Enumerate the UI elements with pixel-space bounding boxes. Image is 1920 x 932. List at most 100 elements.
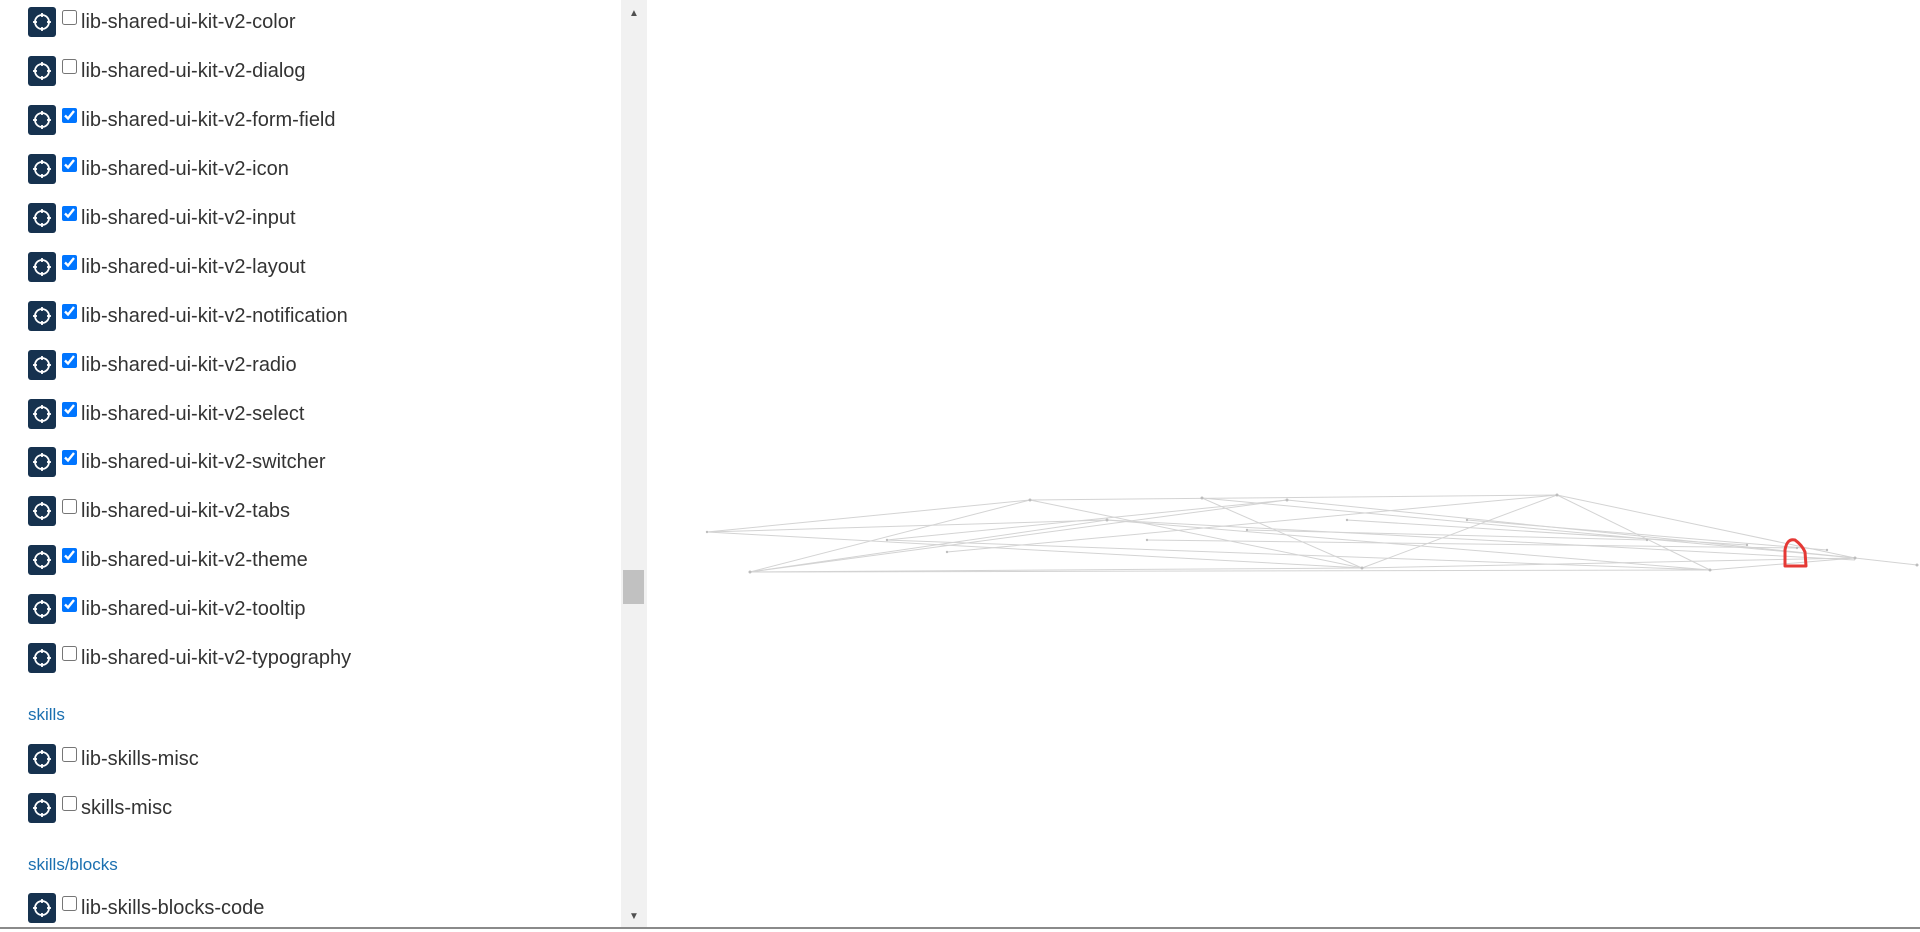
focus-project-button[interactable]	[28, 893, 56, 923]
graph-node	[1245, 528, 1249, 532]
crosshair-focus-icon	[33, 405, 51, 423]
project-row: lib-shared-ui-kit-v2-layout	[28, 249, 306, 285]
project-row: lib-shared-ui-kit-v2-typography	[28, 640, 351, 676]
graph-node	[1745, 543, 1749, 547]
project-label: lib-skills-blocks-code	[81, 896, 265, 919]
focus-project-button[interactable]	[28, 545, 56, 575]
graph-node	[1465, 518, 1469, 522]
project-checkbox[interactable]	[62, 498, 77, 514]
project-checkbox[interactable]	[62, 401, 77, 417]
graph-node	[1825, 548, 1829, 552]
project-row: lib-shared-ui-kit-v2-color	[28, 4, 296, 40]
project-checkbox[interactable]	[62, 254, 77, 270]
focus-project-button[interactable]	[28, 203, 56, 233]
project-row: lib-shared-ui-kit-v2-switcher	[28, 444, 326, 480]
focus-project-button[interactable]	[28, 399, 56, 429]
focus-project-button[interactable]	[28, 496, 56, 526]
project-checkbox[interactable]	[62, 596, 77, 612]
focus-project-button[interactable]	[28, 447, 56, 477]
graph-nodes	[705, 493, 1919, 574]
graph-node	[1853, 556, 1857, 560]
graph-node	[705, 530, 709, 534]
crosshair-focus-icon	[33, 551, 51, 569]
graph-node	[1285, 498, 1289, 502]
dependency-graph-canvas[interactable]	[647, 0, 1920, 927]
focus-project-button[interactable]	[28, 594, 56, 624]
project-row: lib-shared-ui-kit-v2-select	[28, 396, 304, 432]
project-label: lib-skills-misc	[81, 747, 199, 770]
project-checkbox[interactable]	[62, 795, 77, 811]
project-checkbox[interactable]	[62, 205, 77, 221]
group-header-skills: skills	[28, 705, 65, 724]
project-checkbox[interactable]	[62, 107, 77, 123]
project-row: lib-shared-ui-kit-v2-notification	[28, 298, 348, 334]
focus-project-button[interactable]	[28, 252, 56, 282]
crosshair-focus-icon	[33, 160, 51, 178]
graph-node	[1345, 518, 1349, 522]
crosshair-focus-icon	[33, 307, 51, 325]
graph-node	[1360, 566, 1364, 570]
crosshair-focus-icon	[33, 62, 51, 80]
focus-project-button[interactable]	[28, 56, 56, 86]
scroll-up-button[interactable]: ▲	[621, 4, 647, 24]
project-row: lib-shared-ui-kit-v2-radio	[28, 347, 297, 383]
project-checkbox[interactable]	[62, 58, 77, 74]
project-row: lib-shared-ui-kit-v2-icon	[28, 151, 289, 187]
graph-node	[1915, 563, 1919, 567]
graph-node	[1200, 496, 1204, 500]
project-label: lib-shared-ui-kit-v2-form-field	[81, 108, 336, 131]
focus-project-button[interactable]	[28, 643, 56, 673]
project-checkbox[interactable]	[62, 156, 77, 172]
crosshair-focus-icon	[33, 649, 51, 667]
graph-node	[1105, 518, 1109, 522]
crosshair-focus-icon	[33, 356, 51, 374]
focus-project-button[interactable]	[28, 105, 56, 135]
graph-node	[1645, 538, 1649, 542]
project-checkbox[interactable]	[62, 352, 77, 368]
scroll-down-button[interactable]: ▼	[621, 907, 647, 927]
project-sidebar: lib-shared-ui-kit-v2-color lib-shared-ui…	[0, 0, 621, 927]
project-checkbox[interactable]	[62, 449, 77, 465]
project-checkbox[interactable]	[62, 9, 77, 25]
project-label: lib-shared-ui-kit-v2-theme	[81, 548, 308, 571]
project-label: lib-shared-ui-kit-v2-dialog	[81, 59, 306, 82]
crosshair-focus-icon	[33, 502, 51, 520]
project-label: lib-shared-ui-kit-v2-notification	[81, 304, 348, 327]
project-checkbox[interactable]	[62, 547, 77, 563]
crosshair-focus-icon	[33, 750, 51, 768]
project-label: lib-shared-ui-kit-v2-select	[81, 402, 305, 425]
sidebar-scrollbar[interactable]: ▲ ▼	[621, 0, 647, 927]
project-checkbox[interactable]	[62, 645, 77, 661]
project-row: skills-misc	[28, 790, 172, 826]
crosshair-focus-icon	[33, 13, 51, 31]
project-label: lib-shared-ui-kit-v2-input	[81, 206, 296, 229]
project-row: lib-shared-ui-kit-v2-dialog	[28, 53, 306, 89]
graph-node	[945, 550, 949, 554]
focus-project-button[interactable]	[28, 154, 56, 184]
crosshair-focus-icon	[33, 799, 51, 817]
focus-project-button[interactable]	[28, 350, 56, 380]
group-header-skills-blocks: skills/blocks	[28, 855, 118, 874]
project-checkbox[interactable]	[62, 303, 77, 319]
project-row: lib-skills-misc	[28, 741, 199, 777]
focus-project-button[interactable]	[28, 744, 56, 774]
project-checkbox[interactable]	[62, 895, 77, 911]
project-row: lib-skills-blocks-code	[28, 890, 264, 926]
graph-node	[1145, 538, 1149, 542]
project-checkbox[interactable]	[62, 746, 77, 762]
project-label: lib-shared-ui-kit-v2-radio	[81, 353, 297, 376]
project-label: lib-shared-ui-kit-v2-switcher	[81, 450, 326, 473]
focus-project-button[interactable]	[28, 793, 56, 823]
project-label: skills-misc	[81, 796, 173, 819]
project-row: lib-shared-ui-kit-v2-theme	[28, 542, 308, 578]
dependency-graph[interactable]	[647, 0, 1920, 927]
project-row: lib-shared-ui-kit-v2-input	[28, 200, 296, 236]
crosshair-focus-icon	[33, 453, 51, 471]
scrollbar-thumb[interactable]	[623, 570, 644, 604]
focus-project-button[interactable]	[28, 301, 56, 331]
crosshair-focus-icon	[33, 258, 51, 276]
focus-project-button[interactable]	[28, 7, 56, 37]
project-row: lib-shared-ui-kit-v2-tabs	[28, 493, 290, 529]
project-label: lib-shared-ui-kit-v2-layout	[81, 255, 306, 278]
crosshair-focus-icon	[33, 111, 51, 129]
